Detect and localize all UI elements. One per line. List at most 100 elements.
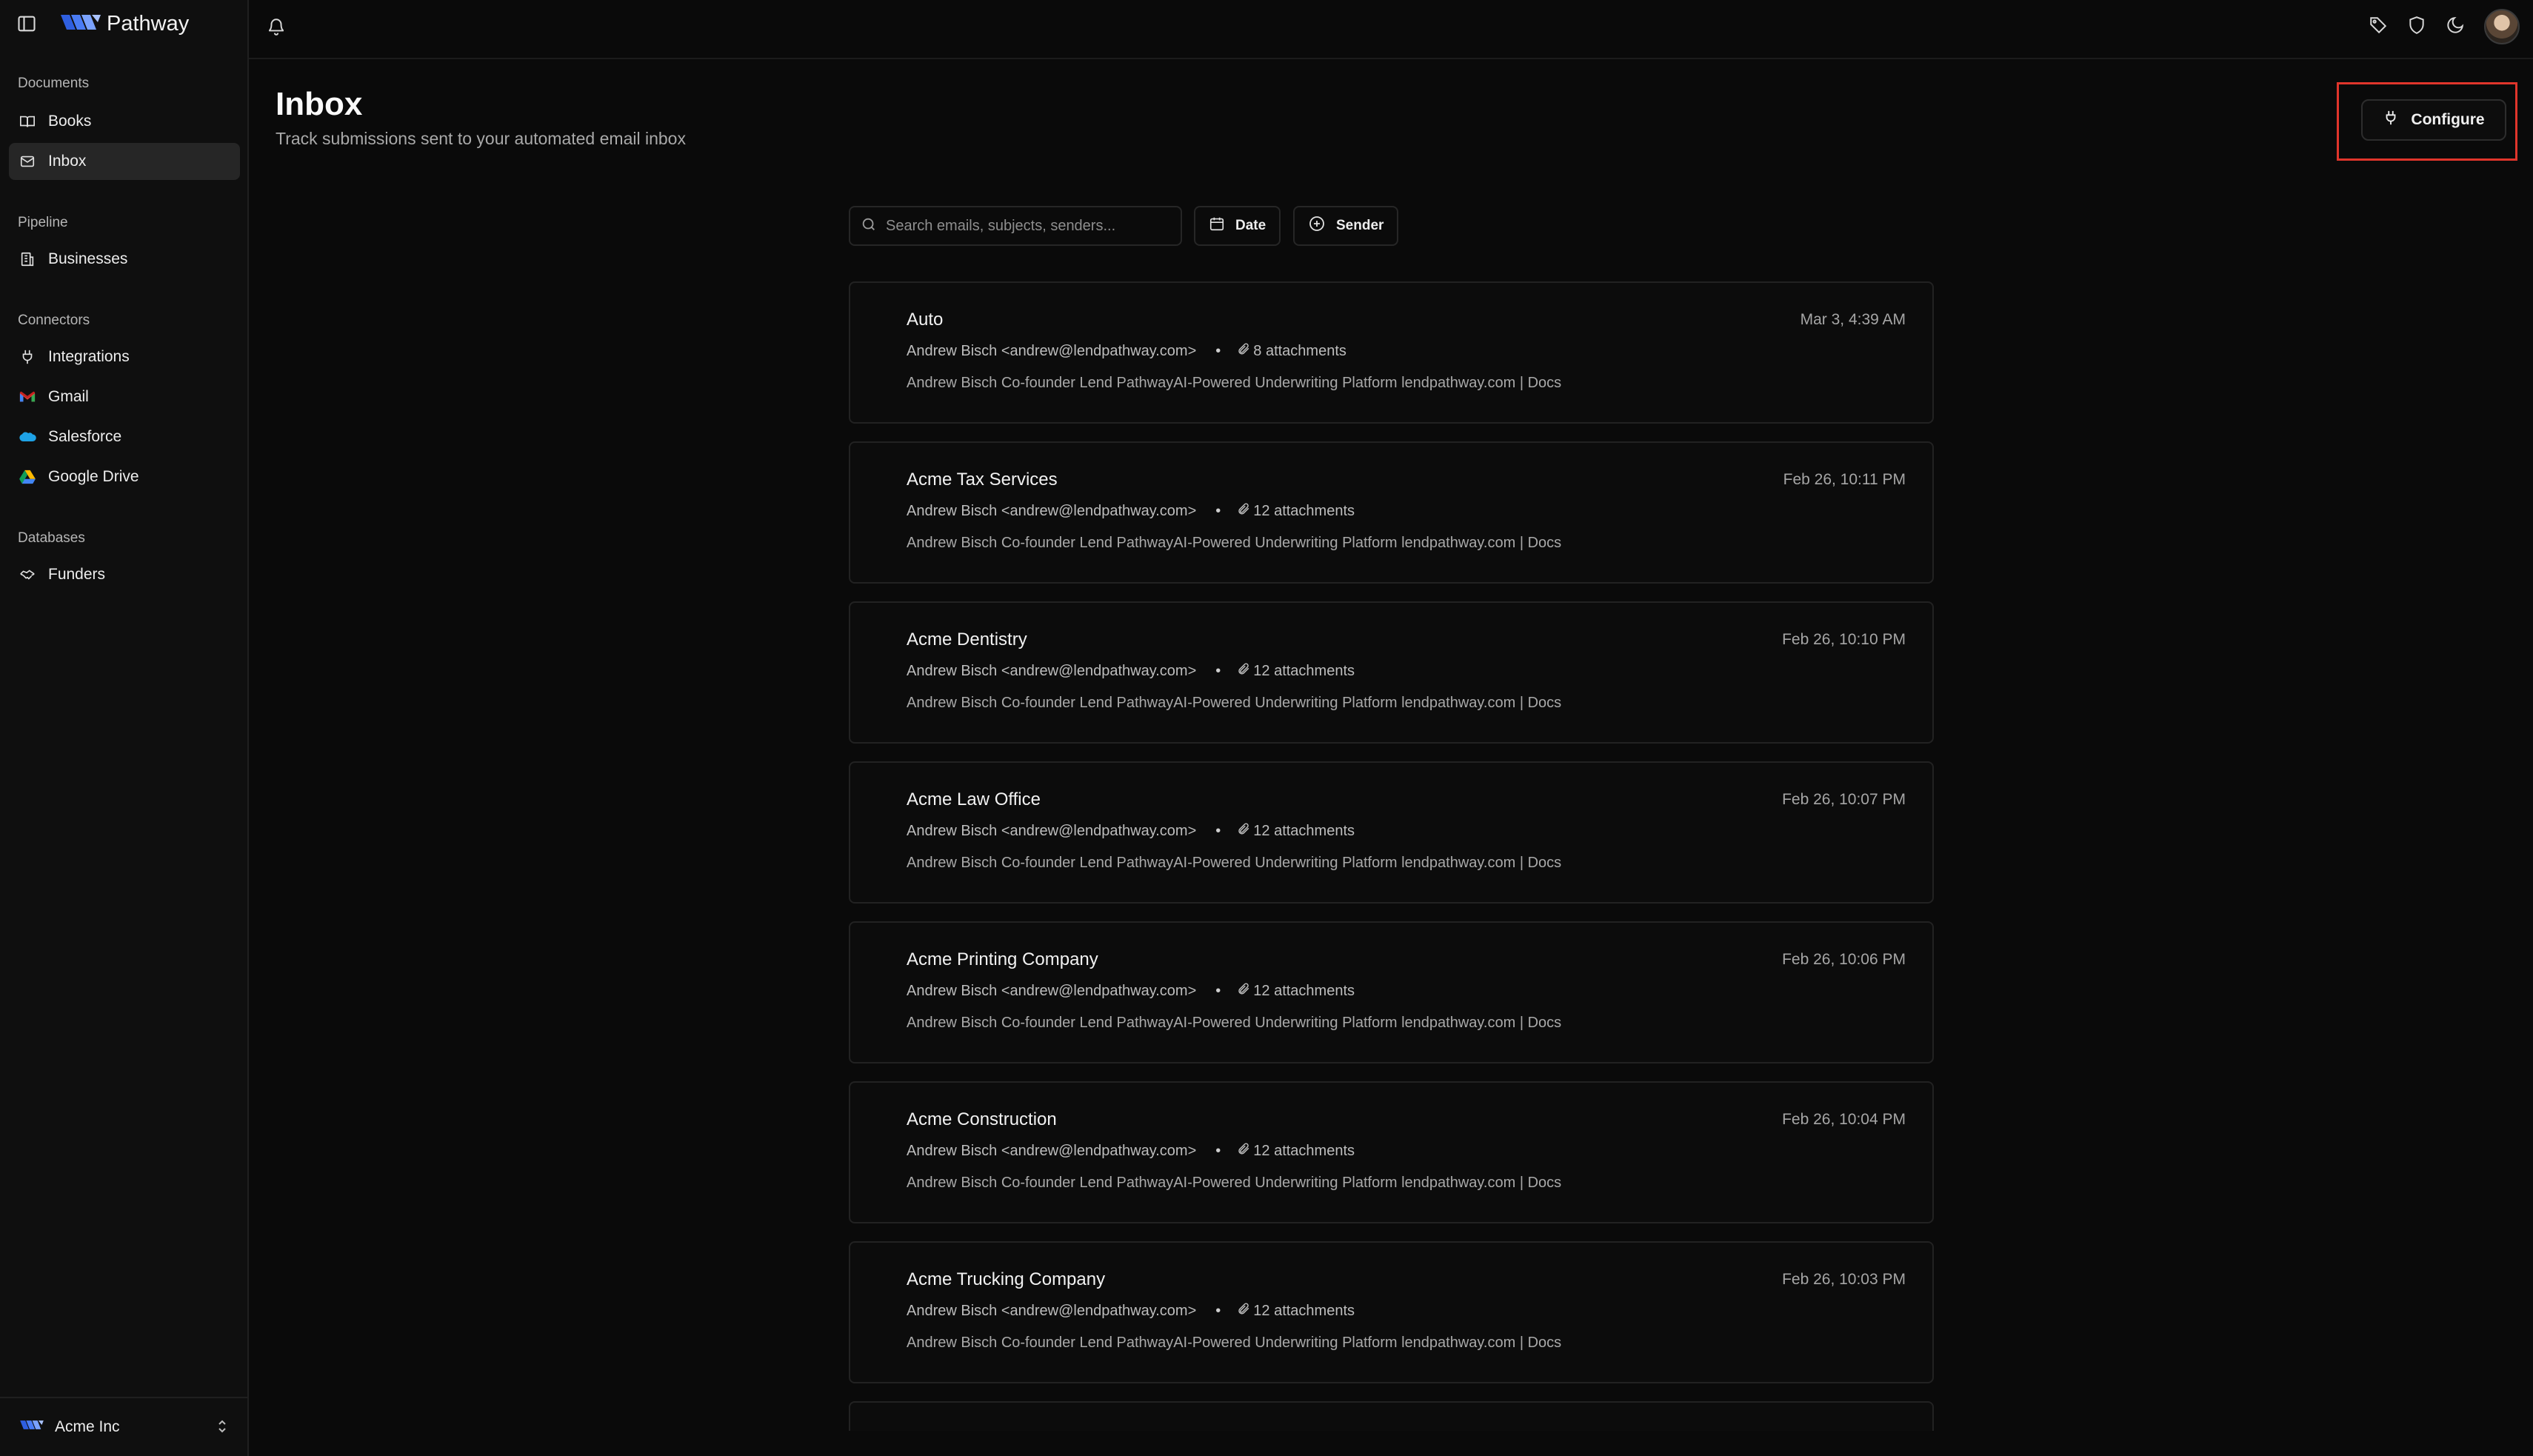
email-item[interactable]: Acme Printing Company Feb 26, 10:06 PM A… bbox=[849, 921, 1934, 1063]
paperclip-icon bbox=[1237, 1142, 1250, 1160]
email-subject: Acme Trucking Company bbox=[907, 1269, 1106, 1289]
sidebar-item-books[interactable]: Books bbox=[9, 103, 240, 140]
sidebar-item-gmail[interactable]: Gmail bbox=[9, 378, 240, 415]
email-sender: Andrew Bisch <andrew@lendpathway.com> bbox=[907, 1142, 1197, 1159]
email-meta: Andrew Bisch <andrew@lendpathway.com> • … bbox=[907, 982, 1355, 1000]
attachments-count: 12 attachments bbox=[1253, 662, 1355, 679]
attachments-count: 12 attachments bbox=[1253, 822, 1355, 839]
date-filter-button[interactable]: Date bbox=[1194, 206, 1281, 246]
email-subject: Acme Construction bbox=[907, 1109, 1057, 1129]
email-item[interactable]: Acme Tax Services Feb 26, 10:11 PM Andre… bbox=[849, 441, 1934, 584]
email-item[interactable]: Acme Law Office Feb 26, 10:07 PM Andrew … bbox=[849, 761, 1934, 904]
email-date: Feb 26, 10:03 PM bbox=[1782, 1271, 1906, 1288]
email-item-partial[interactable] bbox=[849, 1401, 1934, 1431]
attachments-count: 12 attachments bbox=[1253, 982, 1355, 999]
email-date: Feb 26, 10:11 PM bbox=[1783, 471, 1906, 488]
email-sender: Andrew Bisch <andrew@lendpathway.com> bbox=[907, 502, 1197, 519]
plug-icon bbox=[2383, 110, 2399, 130]
gmail-icon bbox=[19, 388, 36, 406]
handshake-icon bbox=[19, 566, 36, 584]
email-sender: Andrew Bisch <andrew@lendpathway.com> bbox=[907, 822, 1197, 839]
email-item[interactable]: Acme Construction Feb 26, 10:04 PM Andre… bbox=[849, 1081, 1934, 1223]
paperclip-icon bbox=[1237, 982, 1250, 1000]
email-attachments: 12 attachments bbox=[1237, 502, 1355, 520]
separator-dot: • bbox=[1215, 1302, 1221, 1319]
email-item[interactable]: Auto Mar 3, 4:39 AM Andrew Bisch <andrew… bbox=[849, 281, 1934, 424]
org-name: Acme Inc bbox=[55, 1418, 120, 1435]
search-input[interactable] bbox=[886, 217, 1167, 235]
email-meta: Andrew Bisch <andrew@lendpathway.com> • … bbox=[907, 1302, 1355, 1320]
sidebar-header: Pathway bbox=[0, 0, 249, 49]
email-subject: Acme Printing Company bbox=[907, 949, 1098, 969]
sidebar-item-label: Google Drive bbox=[48, 468, 139, 485]
sidebar-item-label: Businesses bbox=[48, 250, 128, 267]
top-bar bbox=[249, 0, 2533, 59]
sidebar-item-label: Books bbox=[48, 113, 92, 130]
separator-dot: • bbox=[1215, 822, 1221, 839]
sidebar-item-label: Funders bbox=[48, 566, 106, 583]
sidebar-item-integrations[interactable]: Integrations bbox=[9, 338, 240, 375]
sidebar-toggle-icon[interactable] bbox=[16, 13, 37, 34]
separator-dot: • bbox=[1215, 342, 1221, 359]
email-subject: Acme Tax Services bbox=[907, 470, 1058, 490]
search-field[interactable] bbox=[849, 206, 1182, 246]
sender-filter-button[interactable]: Sender bbox=[1293, 206, 1399, 246]
email-snippet: Andrew Bisch Co-founder Lend PathwayAI-P… bbox=[907, 1175, 1562, 1191]
app-name: Pathway bbox=[107, 12, 190, 36]
pathway-logo-icon bbox=[59, 10, 102, 38]
plus-circle-icon bbox=[1308, 215, 1326, 237]
section-pipeline: Pipeline bbox=[18, 215, 68, 230]
sidebar-item-businesses[interactable]: Businesses bbox=[9, 241, 240, 278]
top-actions bbox=[2369, 9, 2520, 44]
separator-dot: • bbox=[1215, 1142, 1221, 1159]
section-databases: Databases bbox=[18, 530, 85, 546]
email-item[interactable]: Acme Dentistry Feb 26, 10:10 PM Andrew B… bbox=[849, 601, 1934, 744]
attachments-count: 8 attachments bbox=[1253, 342, 1346, 359]
sidebar-item-salesforce[interactable]: Salesforce bbox=[9, 418, 240, 455]
sidebar-item-label: Integrations bbox=[48, 348, 130, 365]
sidebar-item-label: Salesforce bbox=[48, 428, 122, 445]
email-attachments: 8 attachments bbox=[1237, 342, 1346, 360]
sidebar-item-funders[interactable]: Funders bbox=[9, 556, 240, 593]
salesforce-icon bbox=[19, 428, 36, 446]
email-snippet: Andrew Bisch Co-founder Lend PathwayAI-P… bbox=[907, 535, 1562, 551]
email-attachments: 12 attachments bbox=[1237, 1302, 1355, 1320]
sidebar-item-google-drive[interactable]: Google Drive bbox=[9, 458, 240, 495]
email-meta: Andrew Bisch <andrew@lendpathway.com> • … bbox=[907, 502, 1355, 520]
page-title: Inbox bbox=[276, 86, 363, 122]
sidebar-item-inbox[interactable]: Inbox bbox=[9, 143, 240, 180]
separator-dot: • bbox=[1215, 982, 1221, 999]
separator-dot: • bbox=[1215, 502, 1221, 519]
email-item[interactable]: Acme Trucking Company Feb 26, 10:03 PM A… bbox=[849, 1241, 1934, 1383]
email-sender: Andrew Bisch <andrew@lendpathway.com> bbox=[907, 662, 1197, 679]
email-date: Feb 26, 10:07 PM bbox=[1782, 791, 1906, 808]
paperclip-icon bbox=[1237, 662, 1250, 680]
moon-icon[interactable] bbox=[2446, 16, 2465, 39]
book-icon bbox=[19, 113, 36, 130]
date-filter-label: Date bbox=[1235, 218, 1266, 233]
tag-icon[interactable] bbox=[2369, 16, 2388, 39]
sidebar-item-label: Inbox bbox=[48, 153, 87, 170]
email-meta: Andrew Bisch <andrew@lendpathway.com> • … bbox=[907, 822, 1355, 840]
paperclip-icon bbox=[1237, 1302, 1250, 1320]
configure-label: Configure bbox=[2411, 111, 2485, 128]
attachments-count: 12 attachments bbox=[1253, 1302, 1355, 1319]
shield-icon[interactable] bbox=[2407, 16, 2426, 39]
email-attachments: 12 attachments bbox=[1237, 1142, 1355, 1160]
email-attachments: 12 attachments bbox=[1237, 662, 1355, 680]
avatar[interactable] bbox=[2484, 9, 2520, 44]
email-sender: Andrew Bisch <andrew@lendpathway.com> bbox=[907, 982, 1197, 999]
org-switcher[interactable]: Acme Inc bbox=[0, 1397, 249, 1456]
configure-button[interactable]: Configure bbox=[2361, 99, 2506, 141]
email-date: Feb 26, 10:10 PM bbox=[1782, 631, 1906, 648]
email-subject: Auto bbox=[907, 310, 944, 330]
bell-icon[interactable] bbox=[267, 16, 286, 41]
email-meta: Andrew Bisch <andrew@lendpathway.com> • … bbox=[907, 662, 1355, 680]
email-date: Feb 26, 10:06 PM bbox=[1782, 951, 1906, 968]
email-subject: Acme Dentistry bbox=[907, 630, 1027, 649]
attachments-count: 12 attachments bbox=[1253, 502, 1355, 519]
app-logo[interactable]: Pathway bbox=[59, 10, 189, 38]
plug-icon bbox=[19, 348, 36, 366]
email-snippet: Andrew Bisch Co-founder Lend PathwayAI-P… bbox=[907, 375, 1562, 391]
email-snippet: Andrew Bisch Co-founder Lend PathwayAI-P… bbox=[907, 1015, 1562, 1031]
